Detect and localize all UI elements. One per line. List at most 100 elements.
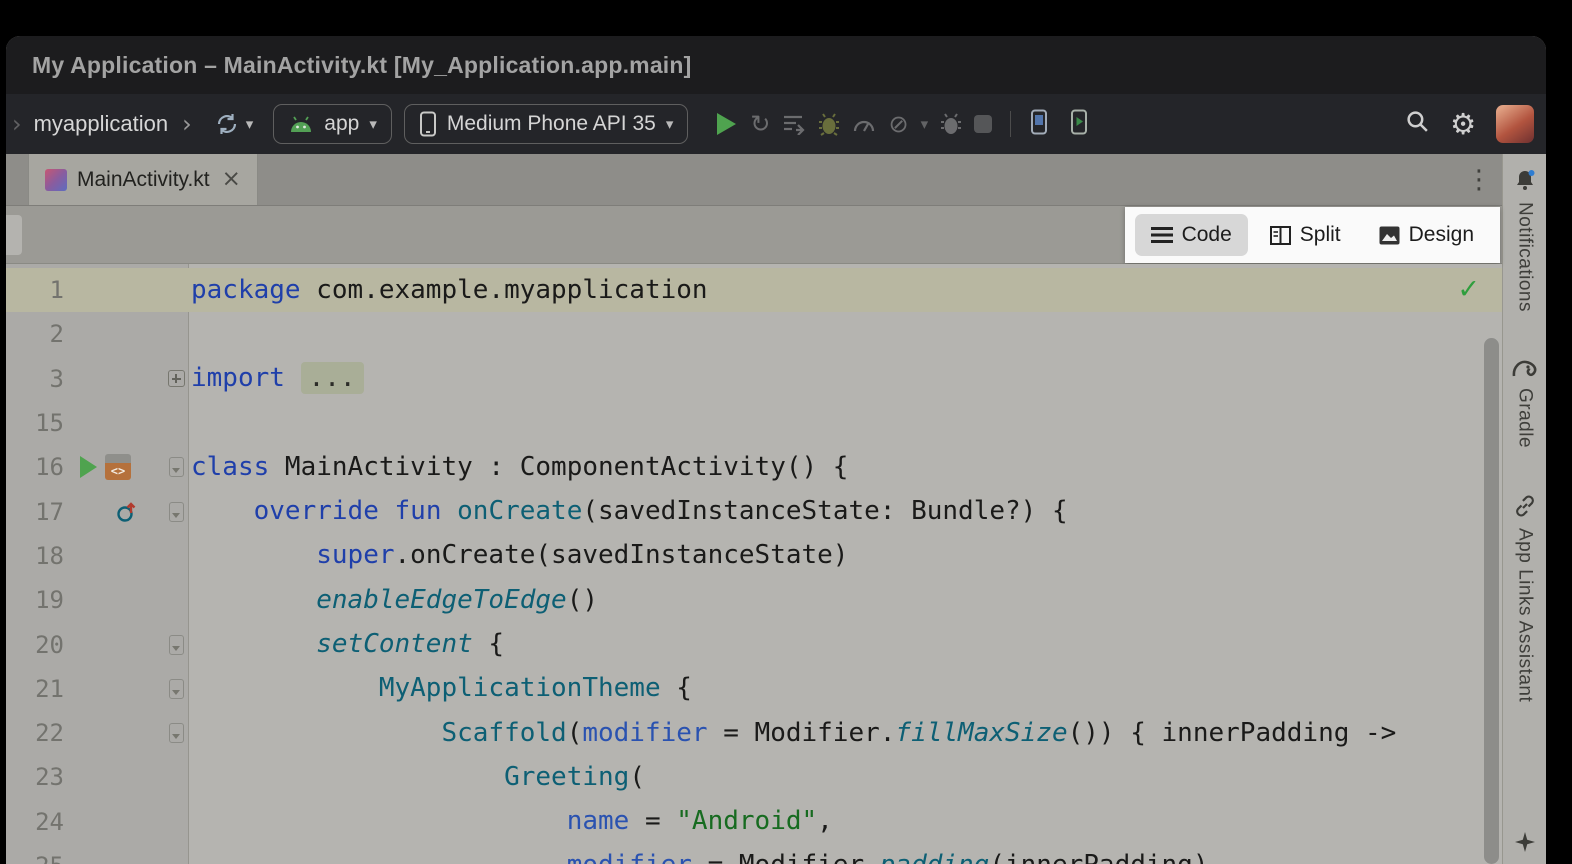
profiler-icon[interactable] — [852, 114, 876, 134]
code-line[interactable]: 1package com.example.myapplication — [6, 268, 1502, 312]
code-text: setContent { — [189, 629, 504, 660]
device-selector[interactable]: Medium Phone API 35 ▾ — [404, 104, 689, 144]
sync-project-button[interactable]: ▾ — [214, 112, 254, 136]
settings-gear-icon[interactable]: ⚙ — [1450, 107, 1476, 141]
code-text: override fun onCreate(savedInstanceState… — [189, 496, 1068, 527]
run-line-icon[interactable] — [80, 456, 97, 478]
line-number: 15 — [6, 409, 64, 437]
more-options-icon[interactable]: ⋮ — [1466, 165, 1492, 195]
code-text: import ... — [189, 363, 364, 394]
ai-assistant-icon[interactable] — [1514, 831, 1536, 858]
line-number: 25 — [6, 852, 64, 864]
project-breadcrumb[interactable]: myapplication — [34, 111, 169, 137]
restart-activity-icon[interactable]: ↻ — [750, 110, 770, 138]
code-line[interactable]: 25 modifier = Modifier.padding(innerPadd… — [6, 844, 1502, 864]
line-number: 1 — [6, 276, 64, 304]
code-line[interactable]: 2 — [6, 312, 1502, 356]
debug-icon[interactable] — [818, 112, 840, 136]
code-line[interactable]: 20 setContent { — [6, 622, 1502, 666]
gradle-icon — [1512, 358, 1538, 378]
code-text: class MainActivity : ComponentActivity()… — [189, 452, 848, 483]
inspections-ok-icon: ✓ — [1457, 274, 1480, 305]
code-text: Scaffold(modifier = Modifier.fillMaxSize… — [189, 718, 1396, 749]
run-button[interactable] — [714, 111, 738, 137]
vertical-scrollbar[interactable] — [1484, 338, 1499, 864]
chevron-right-icon: › — [182, 110, 192, 138]
split-icon — [1270, 226, 1291, 245]
toolbar-caret-icon[interactable]: ▾ — [921, 115, 929, 133]
stop-icon — [974, 115, 992, 133]
close-tab-icon[interactable]: × — [220, 168, 243, 191]
run-icon — [714, 111, 738, 137]
attach-debugger-icon[interactable]: ⊘ — [888, 110, 908, 138]
kotlin-file-icon — [45, 169, 67, 191]
code-text: super.onCreate(savedInstanceState) — [189, 540, 848, 571]
code-line[interactable]: 23 Greeting( — [6, 755, 1502, 799]
main-toolbar: › myapplication › ▾ app ▾ Medium Ph — [6, 94, 1546, 154]
right-tool-stripe: Notifications Gradle App Links Assistant — [1502, 154, 1546, 864]
code-text: MyApplicationTheme { — [189, 673, 692, 704]
android-studio-window: My Application – MainActivity.kt [My_App… — [6, 36, 1546, 864]
code-text: Greeting( — [189, 762, 645, 793]
running-devices-icon[interactable] — [1069, 109, 1089, 140]
fold-icon[interactable] — [169, 502, 184, 522]
code-line[interactable]: 3 import ... — [6, 357, 1502, 401]
left-stripe-stub — [6, 215, 22, 255]
line-number: 3 — [6, 365, 64, 393]
code-line[interactable]: 18 super.onCreate(savedInstanceState) — [6, 534, 1502, 578]
line-number: 18 — [6, 542, 64, 570]
fold-icon[interactable] — [169, 723, 184, 743]
nav-chevron-icon: › — [12, 110, 22, 138]
stop-button[interactable] — [974, 115, 992, 133]
view-mode-code[interactable]: Code — [1135, 214, 1248, 256]
code-line[interactable]: 22 Scaffold(modifier = Modifier.fillMaxS… — [6, 711, 1502, 755]
code-line[interactable]: 24 name = "Android", — [6, 800, 1502, 844]
module-label: app — [324, 112, 359, 136]
unfold-icon[interactable] — [168, 370, 185, 387]
window-title: My Application – MainActivity.kt [My_App… — [32, 52, 692, 79]
tool-notifications[interactable]: Notifications — [1513, 168, 1537, 312]
tool-app-links-assistant[interactable]: App Links Assistant — [1513, 494, 1537, 702]
title-bar: My Application – MainActivity.kt [My_App… — [6, 36, 1546, 94]
line-number: 16 — [6, 453, 64, 481]
design-icon — [1379, 226, 1400, 245]
code-line[interactable]: 17 override fun onCreate(savedInstanceSt… — [6, 489, 1502, 533]
code-line[interactable]: 19 enableEdgeToEdge() — [6, 578, 1502, 622]
user-avatar[interactable] — [1496, 105, 1534, 143]
fold-icon[interactable] — [169, 457, 184, 477]
search-icon[interactable] — [1405, 109, 1430, 139]
caret-down-icon: ▾ — [246, 115, 254, 133]
device-manager-icon[interactable] — [1029, 109, 1049, 140]
restart-debug-icon[interactable] — [940, 112, 962, 136]
editor-toolbar: Code Split Design — [6, 206, 1502, 264]
view-mode-design[interactable]: Design — [1363, 214, 1490, 256]
line-number: 2 — [6, 320, 64, 348]
line-number: 19 — [6, 586, 64, 614]
code-lines: 1package com.example.myapplication 2 3 impo… — [6, 268, 1502, 864]
override-method-icon[interactable] — [116, 501, 138, 523]
code-line[interactable]: 16 <> class MainActivity : ComponentActivi… — [6, 445, 1502, 489]
fold-icon[interactable] — [169, 635, 184, 655]
code-line[interactable]: 15 — [6, 401, 1502, 445]
tab-mainactivity[interactable]: MainActivity.kt × — [28, 154, 258, 205]
apply-code-changes-icon[interactable] — [782, 113, 806, 135]
code-text: name = "Android", — [189, 806, 833, 837]
caret-down-icon: ▾ — [666, 115, 674, 133]
module-selector[interactable]: app ▾ — [273, 104, 392, 144]
phone-icon — [419, 111, 437, 137]
code-line[interactable]: 21 MyApplicationTheme { — [6, 667, 1502, 711]
fold-icon[interactable] — [169, 679, 184, 699]
code-editor[interactable]: 1package com.example.myapplication 2 3 impo… — [6, 264, 1502, 864]
view-mode-switcher: Code Split Design — [1125, 207, 1500, 263]
screen: My Application – MainActivity.kt [My_App… — [0, 0, 1572, 864]
line-number: 20 — [6, 631, 64, 659]
compose-class-icon[interactable]: <> — [105, 454, 131, 480]
sync-project-icon — [214, 112, 240, 136]
tool-gradle[interactable]: Gradle — [1512, 358, 1538, 448]
line-number: 17 — [6, 498, 64, 526]
view-mode-split[interactable]: Split — [1254, 214, 1357, 256]
android-icon — [288, 116, 314, 133]
tool-label: Notifications — [1514, 202, 1536, 312]
tab-label: MainActivity.kt — [77, 168, 210, 192]
line-number: 21 — [6, 675, 64, 703]
